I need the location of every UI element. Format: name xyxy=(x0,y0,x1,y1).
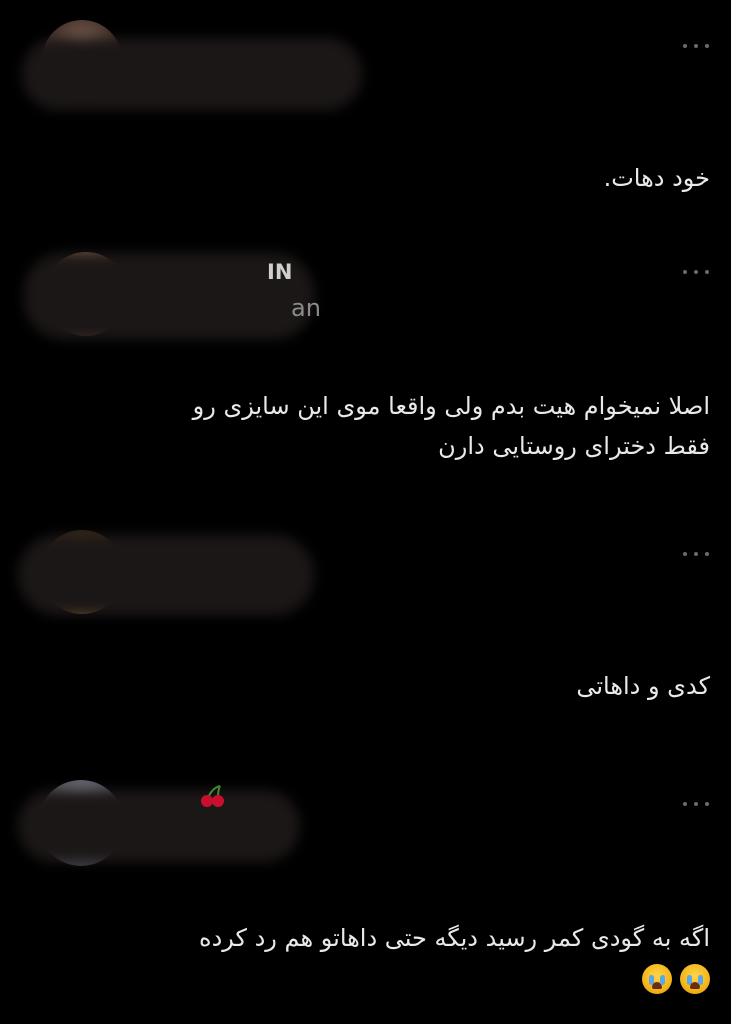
dot xyxy=(683,802,687,806)
comment-text: اگه به گودی کمر رسید دیگه حتی داهاتو هم … xyxy=(199,918,710,958)
redacted-user-info xyxy=(18,790,300,862)
comment-4: اگه به گودی کمر رسید دیگه حتی داهاتو هم … xyxy=(0,0,731,1024)
cherry-icon xyxy=(198,784,228,808)
loudly-crying-face-icon xyxy=(642,964,672,994)
dot xyxy=(705,802,709,806)
comment-text-line: اگه به گودی کمر رسید دیگه حتی داهاتو هم … xyxy=(199,924,710,952)
dot xyxy=(694,802,698,806)
emoji-row xyxy=(642,964,710,994)
loudly-crying-face-icon xyxy=(680,964,710,994)
more-options-icon[interactable] xyxy=(683,799,709,809)
